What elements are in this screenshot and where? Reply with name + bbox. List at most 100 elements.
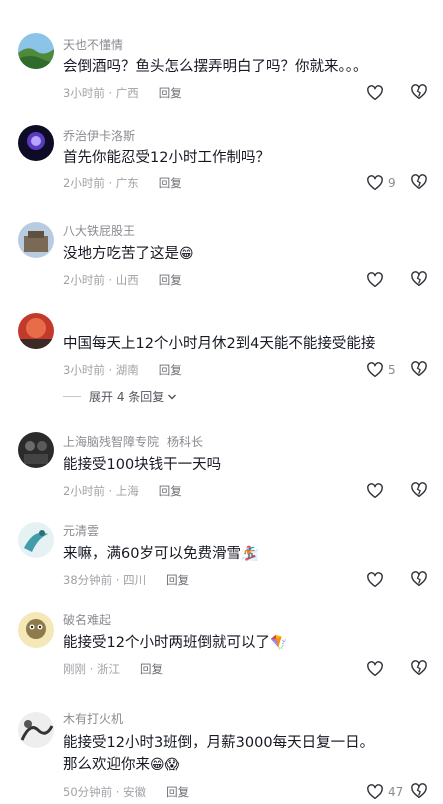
- heart-icon: [367, 661, 383, 677]
- comment-text: 能接受100块钱干一天吗: [63, 457, 222, 473]
- like-count: 47: [388, 785, 404, 799]
- comment-time: 3小时前: [63, 86, 105, 100]
- heart-icon: [367, 272, 383, 288]
- comment-text: 中国每天上12个小时月休2到4天能不能接受能接: [63, 336, 376, 352]
- expand-replies-button[interactable]: 展开 4 条回复: [63, 388, 177, 405]
- comment-text: 没地方吃苦了这是😁: [63, 243, 383, 265]
- comment-time: 2小时前: [63, 273, 105, 287]
- comment-meta: 刚刚 · 浙江 回复: [63, 661, 163, 677]
- dislike-button[interactable]: [410, 570, 428, 590]
- comment-meta: 3小时前 · 广西 回复: [63, 85, 182, 101]
- comment-text: 首先你能忍受12小时工作制吗？: [63, 150, 270, 166]
- user-tag: 杨科长: [167, 435, 204, 449]
- emoji: 😁: [179, 246, 194, 262]
- username[interactable]: 天也不懂情: [63, 36, 123, 53]
- heart-icon: [367, 483, 383, 499]
- reply-button[interactable]: 回复: [166, 573, 189, 587]
- comment-meta: 2小时前 · 上海 回复: [63, 483, 182, 499]
- comment-text: 能接受12小时3班倒，月薪3000每天日复一日。那么欢迎你来😁😱: [63, 732, 383, 776]
- broken-heart-icon: [411, 482, 427, 498]
- comment-meta: 2小时前 · 广东 回复: [63, 175, 182, 191]
- reply-button[interactable]: 回复: [159, 484, 182, 498]
- broken-heart-icon: [411, 571, 427, 587]
- meta-separator: ·: [108, 484, 113, 498]
- like-button[interactable]: [366, 659, 388, 679]
- comment-location: 广西: [115, 86, 139, 100]
- like-button[interactable]: 47: [366, 782, 403, 802]
- comment-meta: 3小时前 · 湖南 回复: [63, 362, 182, 378]
- like-button[interactable]: 9: [366, 173, 396, 193]
- comment-meta: 50分钟前 · 安徽 回复: [63, 784, 189, 800]
- avatar[interactable]: [18, 33, 54, 69]
- avatar[interactable]: [18, 712, 54, 748]
- reply-button[interactable]: 回复: [159, 176, 182, 190]
- like-count: 9: [388, 176, 396, 190]
- username[interactable]: 破名难起: [63, 611, 111, 628]
- username[interactable]: 八大铁屁股王: [63, 222, 135, 239]
- like-button[interactable]: [366, 570, 388, 590]
- dislike-button[interactable]: [410, 481, 428, 501]
- like-button[interactable]: 5: [366, 360, 396, 380]
- comment-time: 2小时前: [63, 484, 105, 498]
- heart-icon: [367, 175, 383, 191]
- emoji: 🪁: [269, 635, 288, 651]
- like-button[interactable]: [366, 270, 388, 290]
- meta-separator: ·: [115, 785, 120, 799]
- meta-separator: ·: [115, 573, 120, 587]
- username[interactable]: 元清雲: [63, 522, 99, 539]
- meta-separator: ·: [108, 363, 113, 377]
- heart-icon: [367, 85, 383, 101]
- broken-heart-icon: [411, 174, 427, 190]
- like-button[interactable]: [366, 481, 388, 501]
- expand-replies-label: 展开 4 条回复: [89, 390, 165, 404]
- dislike-button[interactable]: [410, 659, 428, 679]
- username[interactable]: 木有打火机: [63, 710, 123, 727]
- chevron-down-icon: [168, 394, 177, 399]
- comment-time: 3小时前: [63, 363, 105, 377]
- reply-button[interactable]: 回复: [140, 662, 163, 676]
- dislike-button[interactable]: [410, 270, 428, 290]
- avatar[interactable]: [18, 612, 54, 648]
- comment-text: 会倒酒吗？鱼头怎么摆弄明白了吗？你就来。。。: [63, 59, 368, 75]
- comment-location: 山西: [115, 273, 139, 287]
- reply-button[interactable]: 回复: [166, 785, 189, 799]
- dislike-button[interactable]: [410, 83, 428, 103]
- comment-meta: 2小时前 · 山西 回复: [63, 272, 182, 288]
- meta-separator: ·: [108, 176, 113, 190]
- reply-button[interactable]: 回复: [159, 273, 182, 287]
- comment-time: 38分钟前: [63, 573, 113, 587]
- like-button[interactable]: [366, 83, 388, 103]
- reply-button[interactable]: 回复: [159, 363, 182, 377]
- username[interactable]: 乔治伊卡洛斯: [63, 127, 135, 144]
- dislike-button[interactable]: [410, 360, 428, 380]
- dislike-button[interactable]: [410, 173, 428, 193]
- comment-location: 广东: [115, 176, 139, 190]
- comment-meta: 38分钟前 · 四川 回复: [63, 572, 189, 588]
- comment-time: 50分钟前: [63, 785, 113, 799]
- comment-location: 上海: [115, 484, 139, 498]
- reply-button[interactable]: 回复: [159, 86, 182, 100]
- emoji: 🏂: [240, 546, 259, 562]
- broken-heart-icon: [411, 783, 427, 799]
- comment-location: 浙江: [96, 662, 120, 676]
- comment-location: 四川: [123, 573, 147, 587]
- emoji: 😁😱: [150, 757, 180, 773]
- avatar[interactable]: [18, 222, 54, 258]
- heart-icon: [367, 362, 383, 378]
- comment-text: 来嘛，满60岁可以免费滑雪🏂: [63, 543, 383, 565]
- username[interactable]: 上海脑残智障专院 杨科长: [63, 433, 203, 450]
- comment-time: 刚刚: [63, 662, 86, 676]
- broken-heart-icon: [411, 271, 427, 287]
- avatar[interactable]: [18, 125, 54, 161]
- avatar[interactable]: [18, 432, 54, 468]
- broken-heart-icon: [411, 361, 427, 377]
- avatar[interactable]: [18, 522, 54, 558]
- broken-heart-icon: [411, 660, 427, 676]
- broken-heart-icon: [411, 84, 427, 100]
- comment-text: 能接受12个小时两班倒就可以了🪁: [63, 632, 383, 654]
- comment-location: 湖南: [115, 363, 139, 377]
- avatar[interactable]: [18, 313, 54, 349]
- comment-location: 安徽: [123, 785, 147, 799]
- heart-icon: [367, 572, 383, 588]
- dislike-button[interactable]: [410, 782, 428, 802]
